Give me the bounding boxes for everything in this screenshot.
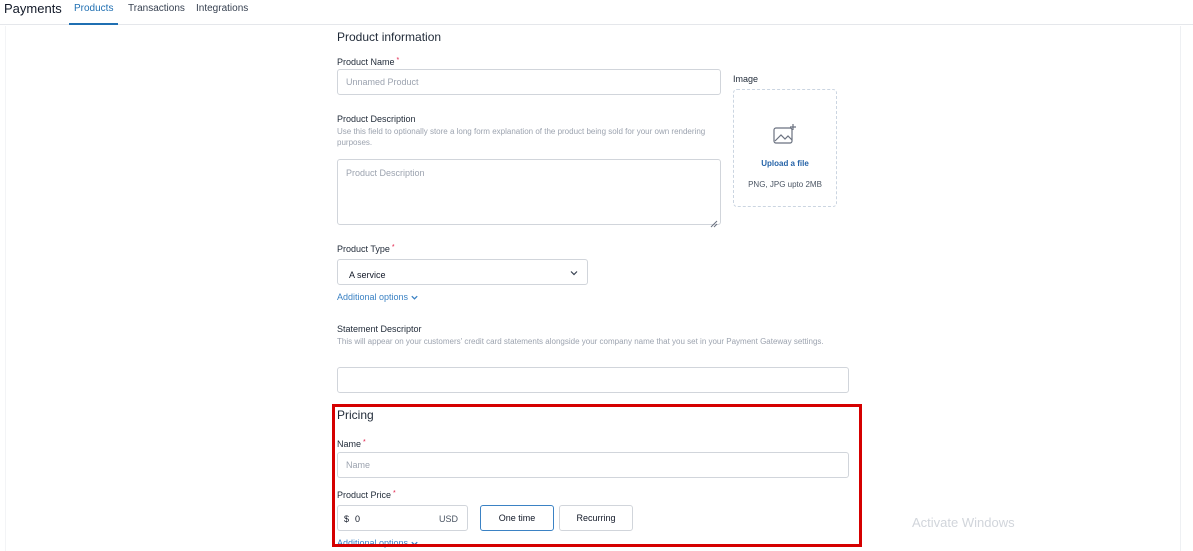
tab-transactions[interactable]: Transactions <box>128 3 185 25</box>
statement-descriptor-label: Statement Descriptor <box>337 324 422 334</box>
additional-options-label: Additional options <box>337 292 409 302</box>
product-type-select[interactable]: A service <box>337 259 588 285</box>
chevron-down-icon <box>411 295 418 300</box>
required-mark: * <box>363 439 366 446</box>
product-description-textarea[interactable] <box>337 159 721 225</box>
upload-hint: PNG, JPG upto 2MB <box>748 180 822 189</box>
activate-windows-watermark: Activate Windows <box>912 515 1015 530</box>
product-price-label-text: Product Price <box>337 490 392 500</box>
product-type-label-text: Product Type <box>337 244 390 254</box>
pricing-name-input[interactable] <box>337 452 849 478</box>
product-name-label-text: Product Name <box>337 57 395 67</box>
product-description-label: Product Description <box>337 114 416 124</box>
required-mark: * <box>396 57 400 64</box>
resize-handle-icon[interactable] <box>710 215 718 228</box>
chevron-down-icon <box>569 268 579 280</box>
product-name-label: Product Name * <box>337 57 399 67</box>
required-mark: * <box>391 244 395 251</box>
statement-descriptor-input[interactable] <box>337 367 849 393</box>
product-form-panel: Product information Product Name* Image … <box>5 26 1181 551</box>
additional-options-link[interactable]: Additional options <box>337 292 419 302</box>
statement-descriptor-help: This will appear on your customers' cred… <box>337 337 824 346</box>
product-price-input[interactable]: $ 0 USD <box>337 505 468 531</box>
product-name-input[interactable] <box>337 69 721 95</box>
product-type-value: A service <box>349 270 386 280</box>
app-title: Payments <box>4 1 62 16</box>
image-label: Image <box>733 74 759 84</box>
one-time-button[interactable]: One time <box>480 505 554 531</box>
pricing-name-label-text: Name <box>337 439 362 449</box>
pricing-additional-options-link[interactable]: Additional options <box>337 538 419 548</box>
upload-file-link[interactable]: Upload a file <box>734 159 836 168</box>
image-upload-dropzone[interactable]: Upload a file PNG, JPG upto 2MB <box>733 89 837 207</box>
product-information-title: Product information <box>337 30 442 44</box>
currency-symbol: $ <box>344 514 350 524</box>
additional-options-label: Additional options <box>337 538 409 548</box>
top-nav-bar: Payments Products Transactions Integrati… <box>0 0 1193 25</box>
product-price-label: Product Price * <box>337 490 396 500</box>
pricing-title: Pricing <box>337 408 374 422</box>
tab-integrations[interactable]: Integrations <box>196 3 248 25</box>
currency-code: USD <box>438 514 458 524</box>
product-type-label: Product Type * <box>337 244 395 254</box>
recurring-button[interactable]: Recurring <box>559 505 633 531</box>
price-amount: 0 <box>355 514 361 524</box>
image-add-icon <box>772 123 798 152</box>
product-description-help: Use this field to optionally store a lon… <box>337 127 706 147</box>
tab-products[interactable]: Products <box>69 3 119 25</box>
required-mark: * <box>393 490 396 497</box>
pricing-name-label: Name * <box>337 439 366 449</box>
chevron-down-icon <box>411 541 418 546</box>
